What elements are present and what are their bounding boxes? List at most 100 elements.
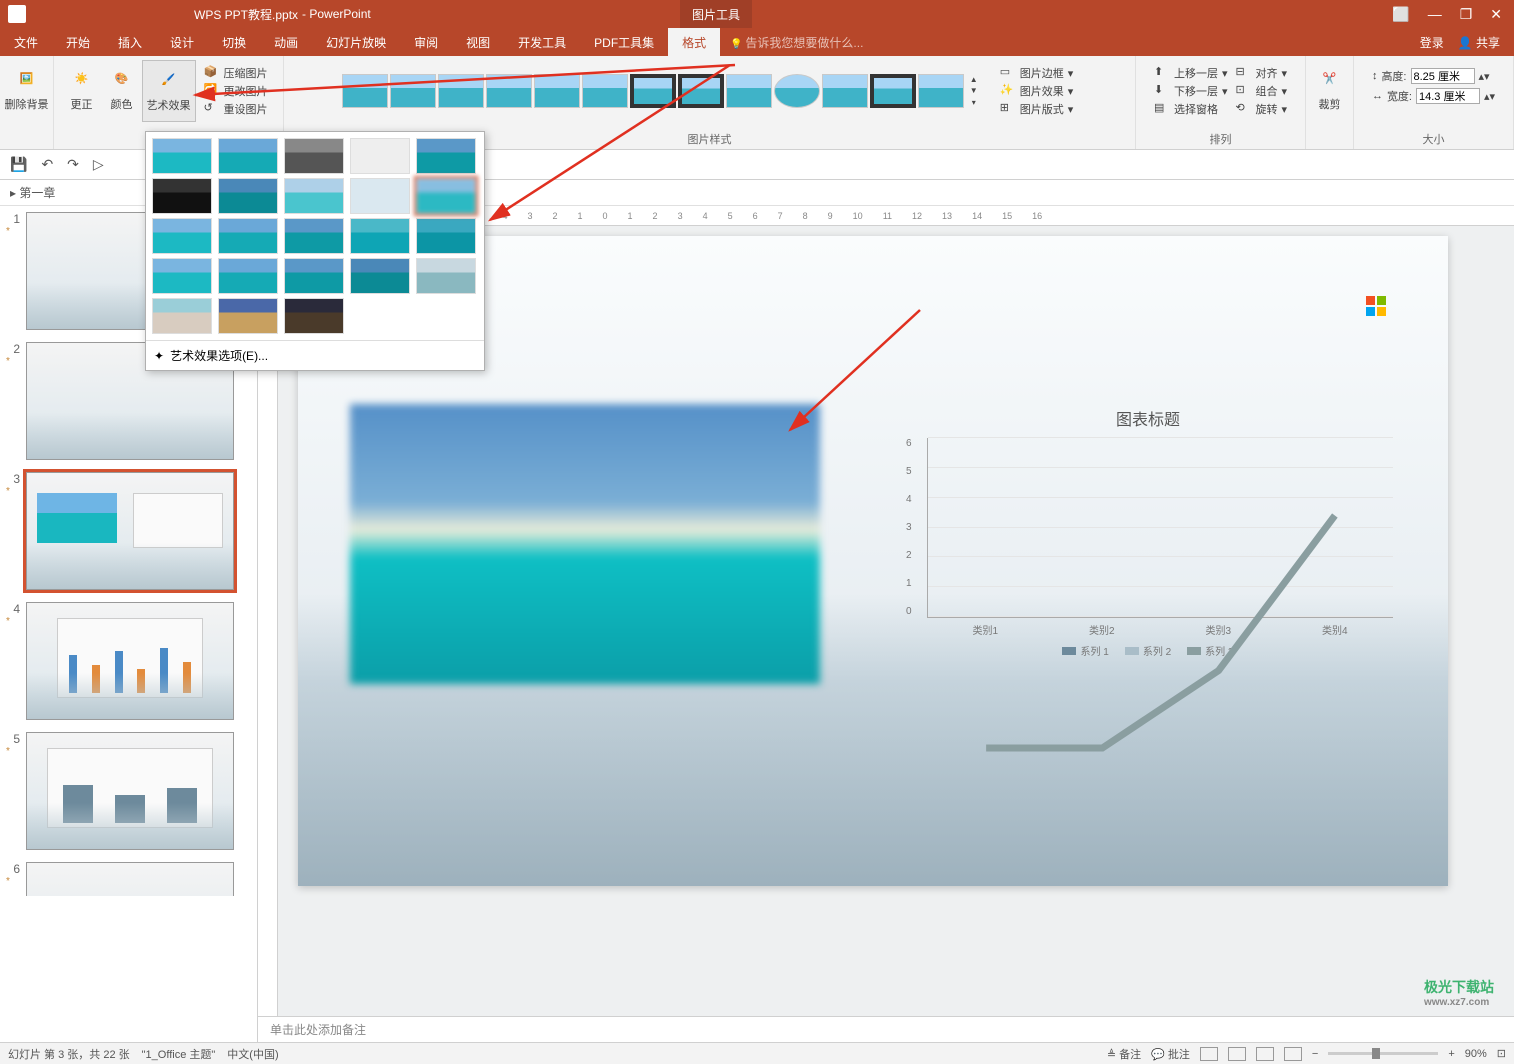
- bring-forward-button[interactable]: ⬆上移一层 ▾: [1150, 64, 1232, 82]
- effect-thumb[interactable]: [350, 218, 410, 254]
- effect-thumb[interactable]: [152, 298, 212, 334]
- stepper-icon[interactable]: ▴▾: [1484, 90, 1495, 103]
- tell-me-input[interactable]: 告诉我您想要做什么...: [730, 34, 863, 51]
- tab-devtools[interactable]: 开发工具: [504, 28, 580, 56]
- style-thumb[interactable]: [342, 74, 388, 108]
- change-pic-button[interactable]: 🔁更改图片: [200, 82, 272, 100]
- reading-view-button[interactable]: [1256, 1047, 1274, 1061]
- tab-pdf[interactable]: PDF工具集: [580, 28, 668, 56]
- chart-object[interactable]: 图表标题 0123456 类别1类别2类别3类别4 系列 1系列 2系列 3: [903, 406, 1393, 646]
- effect-thumb[interactable]: [284, 218, 344, 254]
- slideshow-start-button[interactable]: ▷: [93, 156, 104, 173]
- ribbon-opts-icon[interactable]: ⬜: [1392, 6, 1409, 23]
- effect-thumb[interactable]: [416, 218, 476, 254]
- style-thumb[interactable]: [438, 74, 484, 108]
- comments-toggle[interactable]: 💬 批注: [1151, 1046, 1190, 1062]
- effect-thumb-hovered[interactable]: [416, 178, 476, 214]
- share-button[interactable]: 👤 共享: [1458, 34, 1500, 51]
- style-thumb[interactable]: [774, 74, 820, 108]
- effect-thumb[interactable]: [152, 218, 212, 254]
- style-thumb[interactable]: [726, 74, 772, 108]
- selected-image[interactable]: [350, 404, 820, 684]
- align-button[interactable]: ⊟对齐 ▾: [1232, 64, 1292, 82]
- picture-layout-button[interactable]: ⊞图片版式 ▾: [996, 100, 1078, 118]
- effect-thumb[interactable]: [284, 138, 344, 174]
- effect-thumb[interactable]: [416, 138, 476, 174]
- artistic-effects-button[interactable]: 🖌️ 艺术效果: [142, 60, 196, 122]
- style-thumb[interactable]: [678, 74, 724, 108]
- tab-file[interactable]: 文件: [0, 28, 52, 56]
- slide-item-3[interactable]: 3*: [0, 466, 257, 596]
- width-input[interactable]: [1416, 88, 1480, 104]
- selection-pane-button[interactable]: ▤选择窗格: [1150, 100, 1232, 118]
- effect-thumb[interactable]: [152, 258, 212, 294]
- effect-thumb[interactable]: [152, 178, 212, 214]
- slideshow-view-button[interactable]: [1284, 1047, 1302, 1061]
- effect-thumb[interactable]: [416, 258, 476, 294]
- style-thumb[interactable]: [534, 74, 580, 108]
- effect-thumb[interactable]: [218, 258, 278, 294]
- picture-styles-gallery[interactable]: ▲▼▾: [342, 74, 982, 108]
- redo-button[interactable]: ↷: [67, 156, 79, 173]
- style-thumb[interactable]: [390, 74, 436, 108]
- reset-pic-button[interactable]: ↺重设图片: [200, 100, 272, 118]
- rotate-button[interactable]: ⟲旋转 ▾: [1232, 100, 1292, 118]
- tab-view[interactable]: 视图: [452, 28, 504, 56]
- notes-toggle[interactable]: ≜ 备注: [1107, 1046, 1141, 1062]
- maximize-icon[interactable]: ❐: [1460, 6, 1473, 23]
- effect-thumb[interactable]: [218, 218, 278, 254]
- picture-border-button[interactable]: ▭图片边框 ▾: [996, 64, 1078, 82]
- effect-thumb[interactable]: [218, 138, 278, 174]
- undo-button[interactable]: ↶: [41, 156, 53, 173]
- slide-item-4[interactable]: 4*: [0, 596, 257, 726]
- zoom-out-button[interactable]: −: [1312, 1048, 1318, 1060]
- context-tool-tab[interactable]: 图片工具: [680, 0, 752, 28]
- effect-thumb[interactable]: [350, 138, 410, 174]
- style-thumb[interactable]: [870, 74, 916, 108]
- slide-item-5[interactable]: 5*: [0, 726, 257, 856]
- effect-thumb[interactable]: [284, 178, 344, 214]
- style-thumb[interactable]: [486, 74, 532, 108]
- tab-slideshow[interactable]: 幻灯片放映: [312, 28, 400, 56]
- width-field[interactable]: ↔ 宽度: ▴▾: [1372, 88, 1495, 104]
- picture-effects-button[interactable]: ✨图片效果 ▾: [996, 82, 1078, 100]
- remove-background-button[interactable]: 🖼️ 删除背景: [1, 60, 53, 114]
- effect-thumb[interactable]: [350, 178, 410, 214]
- zoom-level[interactable]: 90%: [1465, 1048, 1487, 1060]
- effect-thumb[interactable]: [284, 298, 344, 334]
- tab-review[interactable]: 审阅: [400, 28, 452, 56]
- effect-thumb[interactable]: [284, 258, 344, 294]
- notes-pane[interactable]: 单击此处添加备注: [258, 1016, 1514, 1042]
- tab-design[interactable]: 设计: [156, 28, 208, 56]
- normal-view-button[interactable]: [1200, 1047, 1218, 1061]
- minimize-icon[interactable]: —: [1428, 6, 1442, 23]
- style-thumb[interactable]: [822, 74, 868, 108]
- style-thumb[interactable]: [918, 74, 964, 108]
- group-button[interactable]: ⊡组合 ▾: [1232, 82, 1292, 100]
- login-button[interactable]: 登录: [1420, 34, 1444, 51]
- height-input[interactable]: [1411, 68, 1475, 84]
- tab-format[interactable]: 格式: [668, 28, 720, 56]
- tab-transition[interactable]: 切换: [208, 28, 260, 56]
- gallery-more-button[interactable]: ▲▼▾: [966, 74, 982, 108]
- compress-button[interactable]: 📦压缩图片: [200, 64, 272, 82]
- height-field[interactable]: ↕ 高度: ▴▾: [1372, 68, 1495, 84]
- sorter-view-button[interactable]: [1228, 1047, 1246, 1061]
- effect-thumb[interactable]: [350, 258, 410, 294]
- zoom-in-button[interactable]: +: [1448, 1048, 1454, 1060]
- stepper-icon[interactable]: ▴▾: [1479, 70, 1490, 83]
- corrections-button[interactable]: ☀️ 更正: [62, 60, 102, 122]
- close-icon[interactable]: ✕: [1490, 6, 1502, 23]
- save-button[interactable]: 💾: [10, 156, 27, 173]
- language-label[interactable]: 中文(中国): [227, 1046, 278, 1062]
- tab-animation[interactable]: 动画: [260, 28, 312, 56]
- tab-insert[interactable]: 插入: [104, 28, 156, 56]
- slide-item-6[interactable]: 6*: [0, 856, 257, 896]
- tab-home[interactable]: 开始: [52, 28, 104, 56]
- effect-thumb[interactable]: [218, 298, 278, 334]
- zoom-slider[interactable]: [1328, 1052, 1438, 1055]
- style-thumb[interactable]: [630, 74, 676, 108]
- crop-button[interactable]: ✂️ 裁剪: [1310, 60, 1350, 114]
- effect-thumb[interactable]: [218, 178, 278, 214]
- fit-button[interactable]: ⊡: [1497, 1047, 1506, 1060]
